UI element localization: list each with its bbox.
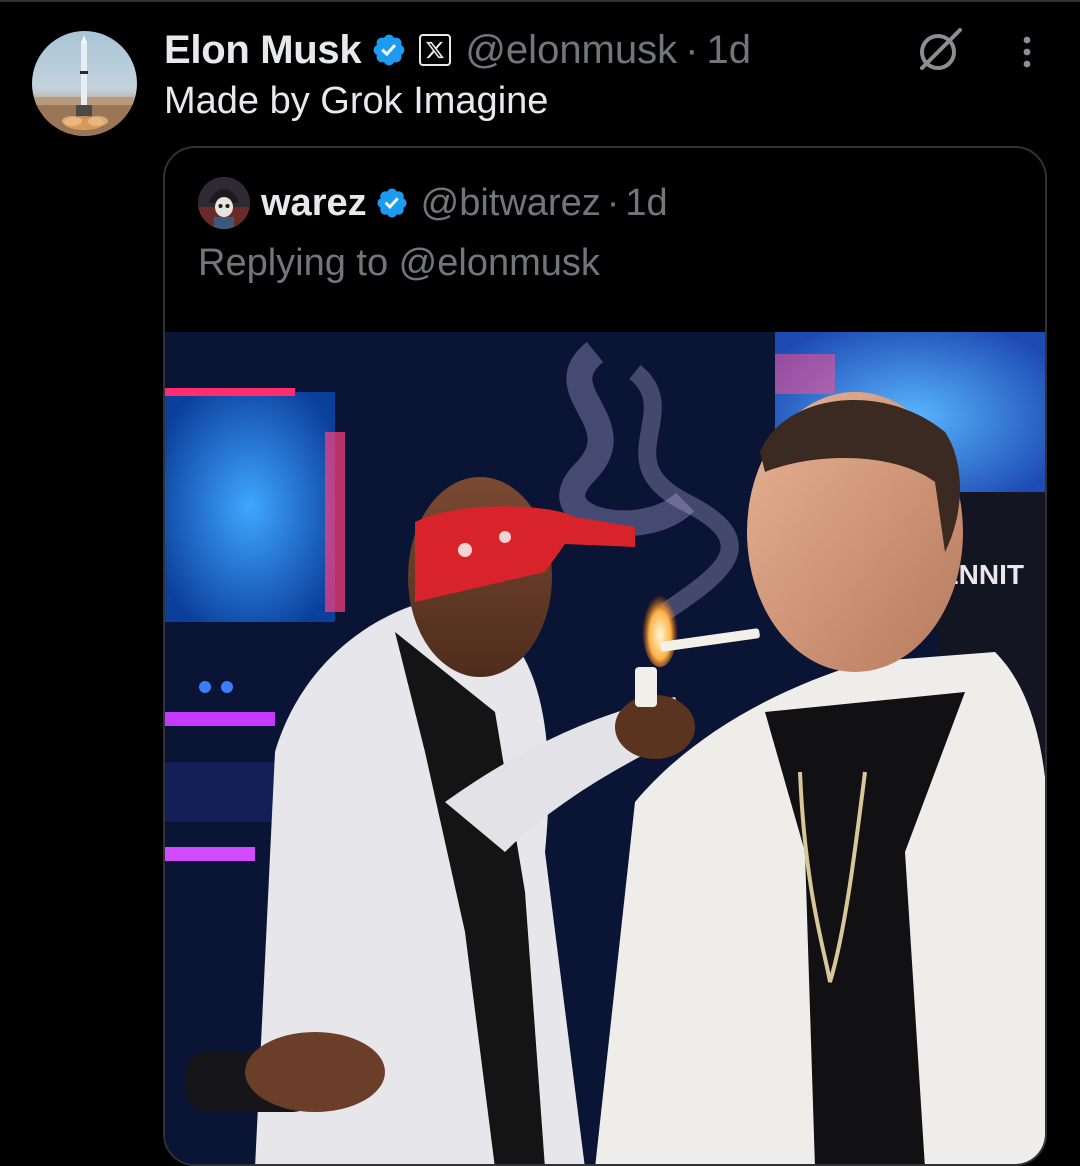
quote-author-name[interactable]: warez <box>261 182 367 225</box>
quote-timestamp[interactable]: 1d <box>625 182 667 225</box>
replying-to-text: Replying to @elonmusk <box>198 242 600 284</box>
tweet-header: Elon Musk @elonmusk · 1d <box>164 22 751 78</box>
quote-author-avatar[interactable] <box>198 177 250 229</box>
author-handle[interactable]: @elonmusk <box>465 28 677 73</box>
author-avatar[interactable] <box>32 31 137 136</box>
grok-icon[interactable] <box>914 24 966 76</box>
timestamp[interactable]: 1d <box>706 28 751 73</box>
author-name[interactable]: Elon Musk <box>164 28 362 73</box>
tweet[interactable]: Elon Musk @elonmusk · 1d Made by Grok Im… <box>0 0 1080 1166</box>
more-vertical-icon[interactable] <box>1010 34 1044 70</box>
quote-header: warez @bitwarez · 1d <box>261 176 668 230</box>
quote-media-image[interactable]: ENNIT <box>165 332 1045 1164</box>
quote-author-handle[interactable]: @bitwarez <box>421 182 601 225</box>
quoted-tweet-card[interactable]: warez @bitwarez · 1d Replying to @elonmu… <box>163 146 1047 1166</box>
verified-badge-icon[interactable] <box>375 186 409 220</box>
x-logo-icon[interactable] <box>419 34 452 66</box>
verified-badge-icon[interactable] <box>371 32 407 68</box>
separator: · <box>685 27 699 72</box>
separator: · <box>606 181 620 224</box>
tweet-text: Made by Grok Imagine <box>164 80 549 122</box>
